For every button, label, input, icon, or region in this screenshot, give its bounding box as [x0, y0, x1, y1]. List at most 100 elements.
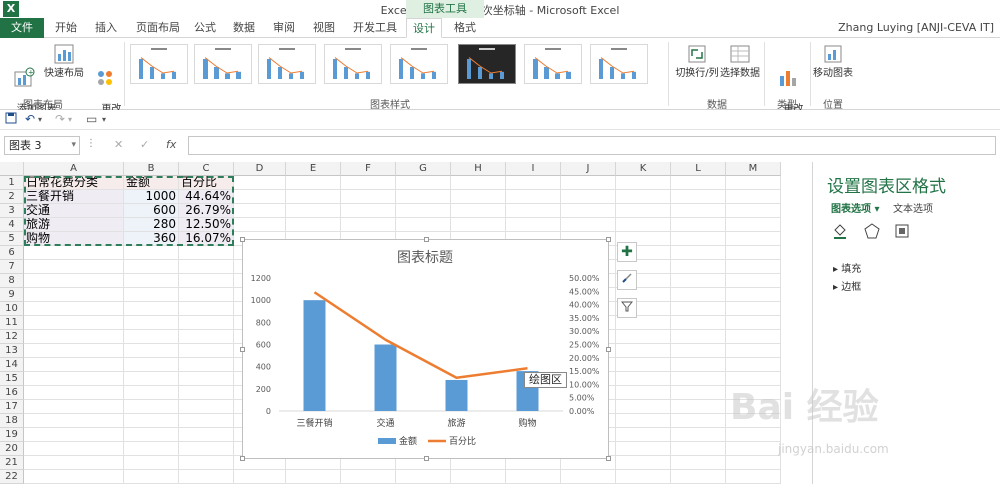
resize-handle[interactable]	[606, 347, 611, 352]
chart-style-2[interactable]	[194, 44, 252, 84]
cell-l3[interactable]	[671, 204, 726, 218]
tab-developer[interactable]: 开发工具	[350, 18, 400, 38]
cell-c11[interactable]	[179, 316, 234, 330]
cell-h3[interactable]	[451, 204, 506, 218]
cell-b21[interactable]	[124, 456, 179, 470]
cell-k1[interactable]	[616, 176, 671, 190]
cell-b1[interactable]: 金额	[124, 176, 179, 190]
cell-c13[interactable]	[179, 344, 234, 358]
cell-b15[interactable]	[124, 372, 179, 386]
cell-a5[interactable]: 购物	[24, 232, 124, 246]
cell-k16[interactable]	[616, 386, 671, 400]
chart-style-4[interactable]	[324, 44, 382, 84]
cell-e4[interactable]	[286, 218, 341, 232]
formula-input[interactable]	[188, 136, 996, 155]
cell-m14[interactable]	[726, 358, 781, 372]
row-header-4[interactable]: 4	[0, 218, 24, 232]
cell-a4[interactable]: 旅游	[24, 218, 124, 232]
cell-c6[interactable]	[179, 246, 234, 260]
cell-a11[interactable]	[24, 316, 124, 330]
row-header-13[interactable]: 13	[0, 344, 24, 358]
cell-a6[interactable]	[24, 246, 124, 260]
cell-b4[interactable]: 280	[124, 218, 179, 232]
chart-style-3[interactable]	[258, 44, 316, 84]
cell-b19[interactable]	[124, 428, 179, 442]
chevron-down-icon[interactable]: ▾	[71, 137, 76, 154]
row-header-14[interactable]: 14	[0, 358, 24, 372]
cell-b17[interactable]	[124, 400, 179, 414]
chart-style-6[interactable]	[458, 44, 516, 84]
cell-c2[interactable]: 44.64%	[179, 190, 234, 204]
cell-l14[interactable]	[671, 358, 726, 372]
resize-handle[interactable]	[423, 456, 429, 461]
cell-m22[interactable]	[726, 470, 781, 484]
cell-l19[interactable]	[671, 428, 726, 442]
cell-m20[interactable]	[726, 442, 781, 456]
cell-m2[interactable]	[726, 190, 781, 204]
chart-elements-icon[interactable]: ✚	[617, 242, 637, 262]
cell-c4[interactable]: 12.50%	[179, 218, 234, 232]
cell-c17[interactable]	[179, 400, 234, 414]
tab-insert[interactable]: 插入	[88, 18, 124, 38]
cell-c19[interactable]	[179, 428, 234, 442]
column-header-k[interactable]: K	[616, 162, 671, 176]
cell-k17[interactable]	[616, 400, 671, 414]
cell-b14[interactable]	[124, 358, 179, 372]
cell-j2[interactable]	[561, 190, 616, 204]
cell-f4[interactable]	[341, 218, 396, 232]
cell-h1[interactable]	[451, 176, 506, 190]
bar-金额[interactable]	[374, 344, 397, 412]
legend-label[interactable]: 金额	[399, 435, 417, 447]
cell-l20[interactable]	[671, 442, 726, 456]
cell-f22[interactable]	[341, 470, 396, 484]
cell-a13[interactable]	[24, 344, 124, 358]
column-header-l[interactable]: L	[671, 162, 726, 176]
column-header-c[interactable]: C	[179, 162, 234, 176]
cell-c15[interactable]	[179, 372, 234, 386]
cell-m10[interactable]	[726, 302, 781, 316]
chart-canvas[interactable]: 图表标题 0 200 400 600 800 1000 1200 0.00% 5.00% 10.00…	[243, 240, 608, 458]
chart-style-7[interactable]	[524, 44, 582, 84]
cell-k21[interactable]	[616, 456, 671, 470]
resize-handle[interactable]	[606, 456, 611, 461]
cell-b8[interactable]	[124, 274, 179, 288]
cell-c9[interactable]	[179, 288, 234, 302]
cell-m5[interactable]	[726, 232, 781, 246]
row-header-19[interactable]: 19	[0, 428, 24, 442]
cell-l6[interactable]	[671, 246, 726, 260]
cell-k14[interactable]	[616, 358, 671, 372]
cell-b6[interactable]	[124, 246, 179, 260]
undo-icon[interactable]: ↶	[25, 112, 35, 126]
name-box[interactable]: 图表 3 ▾	[4, 136, 80, 155]
cell-k4[interactable]	[616, 218, 671, 232]
cell-l16[interactable]	[671, 386, 726, 400]
cell-k18[interactable]	[616, 414, 671, 428]
cell-i22[interactable]	[506, 470, 561, 484]
tab-chart-options[interactable]: 图表选项 ▾	[831, 200, 880, 215]
tab-home[interactable]: 开始	[48, 18, 84, 38]
cell-m4[interactable]	[726, 218, 781, 232]
cell-a9[interactable]	[24, 288, 124, 302]
cell-d4[interactable]	[234, 218, 286, 232]
cell-a22[interactable]	[24, 470, 124, 484]
cell-l21[interactable]	[671, 456, 726, 470]
row-header-1[interactable]: 1	[0, 176, 24, 190]
column-header-f[interactable]: F	[341, 162, 396, 176]
cell-i4[interactable]	[506, 218, 561, 232]
cell-k11[interactable]	[616, 316, 671, 330]
bar-金额[interactable]	[445, 379, 468, 411]
cell-e3[interactable]	[286, 204, 341, 218]
cell-f1[interactable]	[341, 176, 396, 190]
cell-c3[interactable]: 26.79%	[179, 204, 234, 218]
cell-j3[interactable]	[561, 204, 616, 218]
cell-c14[interactable]	[179, 358, 234, 372]
cell-e1[interactable]	[286, 176, 341, 190]
cell-b18[interactable]	[124, 414, 179, 428]
chart-style-8[interactable]	[590, 44, 648, 84]
select-all-corner[interactable]	[0, 162, 24, 176]
cell-c16[interactable]	[179, 386, 234, 400]
cell-a2[interactable]: 三餐开销	[24, 190, 124, 204]
cell-j1[interactable]	[561, 176, 616, 190]
row-header-3[interactable]: 3	[0, 204, 24, 218]
cell-a3[interactable]: 交通	[24, 204, 124, 218]
